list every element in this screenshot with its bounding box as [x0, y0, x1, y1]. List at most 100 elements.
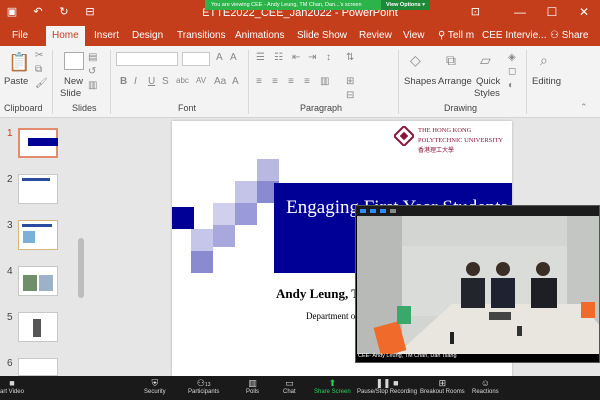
arrange-icon[interactable]: ⧉ — [446, 52, 456, 69]
start-video-button[interactable]: ■ art Video — [0, 378, 24, 395]
slide-thumbnail-2[interactable] — [18, 174, 58, 204]
line-spacing-icon[interactable]: ↕ — [326, 52, 331, 63]
zoom-video-window[interactable]: CEE- Andy Leung, TM Chan, Dan Tsang — [355, 205, 600, 363]
minimize-icon[interactable]: — — [504, 0, 536, 26]
font-color-icon[interactable]: A — [232, 76, 239, 87]
underline-icon[interactable]: U — [148, 76, 155, 87]
paste-label[interactable]: Paste — [4, 76, 28, 87]
tab-insert[interactable]: Insert — [88, 26, 125, 46]
recording-button[interactable]: ❚❚ ■ Pause/Stop Recording — [357, 378, 417, 395]
slide-thumbnail-1[interactable] — [18, 128, 58, 158]
layout-icon[interactable]: ▤ — [88, 52, 97, 63]
chat-button[interactable]: ▭ Chat — [283, 378, 296, 395]
slide-thumbnail-6[interactable] — [18, 358, 58, 376]
strikethrough-icon[interactable]: abc — [176, 76, 189, 85]
close-icon[interactable]: ✕ — [568, 0, 600, 26]
slide-thumbnail-4[interactable] — [18, 266, 58, 296]
view-toggle-icon[interactable] — [380, 209, 386, 213]
decrease-indent-icon[interactable]: ⇤ — [292, 52, 300, 63]
restore-icon[interactable]: ☐ — [536, 0, 568, 26]
justify-icon[interactable]: ≡ — [304, 76, 310, 87]
search-icon[interactable]: ⌕ — [540, 52, 548, 69]
view-toggle-icon[interactable] — [360, 209, 366, 213]
account-name[interactable]: CEE Intervie... — [476, 26, 552, 46]
clear-format-icon[interactable]: A — [230, 52, 237, 63]
security-button[interactable]: ⛨ Security — [144, 378, 166, 395]
slide-thumbnail-5[interactable] — [18, 312, 58, 342]
view-toggle-icon[interactable] — [390, 209, 396, 213]
slide-author[interactable]: Andy Leung, T — [276, 286, 360, 302]
shape-fill-icon[interactable]: ◈ — [508, 52, 516, 63]
slide-thumbnail-3[interactable] — [18, 220, 58, 250]
slide-department[interactable]: Department o — [306, 311, 355, 321]
lightbulb-icon: ⚲ — [438, 30, 448, 41]
view-options-button[interactable]: View Options ▾ — [380, 0, 430, 10]
new-slide-label[interactable]: New — [64, 76, 83, 87]
numbering-icon[interactable]: ☷ — [274, 52, 283, 63]
tab-design[interactable]: Design — [126, 26, 169, 46]
bold-icon[interactable]: B — [120, 76, 127, 87]
font-size-box[interactable] — [182, 52, 210, 66]
thumb-image — [39, 275, 53, 291]
group-paragraph: Paragraph — [300, 103, 343, 113]
shape-effects-icon[interactable]: ◐ — [508, 80, 514, 91]
tab-slide-show[interactable]: Slide Show — [291, 26, 353, 46]
shapes-button[interactable]: Shapes — [404, 76, 436, 87]
columns-icon[interactable]: ▥ — [320, 76, 329, 87]
ribbon-display-icon[interactable]: ⊡ — [471, 5, 480, 18]
tell-me-box[interactable]: ⚲ Tell m — [432, 26, 480, 46]
shape-outline-icon[interactable]: ◻ — [508, 66, 516, 77]
polyu-logo: THE HONG KONG POLYTECHNIC UNIVERSITY 香港理… — [394, 125, 509, 154]
quick-styles-button[interactable]: Quick — [476, 76, 500, 87]
align-text-icon[interactable]: ⊞ — [346, 76, 354, 87]
breakout-icon: ⊞ — [438, 378, 447, 388]
align-center-icon[interactable]: ≡ — [272, 76, 278, 87]
grow-font-icon[interactable]: A — [216, 52, 223, 63]
reactions-button[interactable]: ☺ Reactions — [472, 378, 499, 395]
polls-button[interactable]: ▥ Polls — [246, 378, 259, 395]
section-icon[interactable]: ▥ — [88, 80, 97, 91]
change-case-icon[interactable]: Aa — [214, 76, 226, 87]
quick-styles-icon[interactable]: ▱ — [480, 52, 491, 69]
tab-view[interactable]: View — [397, 26, 431, 46]
copy-icon[interactable]: ⧉ — [35, 64, 42, 75]
thumbnail-scrollbar[interactable] — [78, 238, 84, 298]
font-name-box[interactable] — [116, 52, 178, 66]
format-painter-icon[interactable]: 🖌 — [35, 78, 48, 89]
participants-icon: ⚇13 — [196, 378, 211, 388]
quick-styles-button-2[interactable]: Styles — [474, 88, 500, 99]
group-font: Font — [178, 103, 197, 113]
tab-home[interactable]: Home — [46, 26, 85, 46]
view-toggle-icon[interactable] — [370, 209, 376, 213]
cut-icon[interactable]: ✂ — [35, 50, 43, 61]
group-divider — [110, 50, 111, 114]
paste-icon[interactable]: 📋 — [8, 52, 30, 73]
bullets-icon[interactable]: ☰ — [256, 52, 265, 63]
decor-square — [191, 229, 213, 251]
italic-icon[interactable]: I — [134, 76, 137, 87]
breakout-rooms-button[interactable]: ⊞ Breakout Rooms — [420, 378, 465, 395]
tab-animations[interactable]: Animations — [229, 26, 290, 46]
reset-icon[interactable]: ↺ — [88, 66, 96, 77]
shadow-icon[interactable]: S — [162, 76, 169, 87]
spacing-icon[interactable]: AV — [196, 76, 206, 85]
zoom-control-bar: ■ art Video ⛨ Security ⚇13 Participants ▥ Po… — [0, 376, 600, 400]
new-slide-label-2[interactable]: Slide — [60, 88, 81, 99]
arrange-button[interactable]: Arrange — [438, 76, 472, 87]
share-screen-button[interactable]: ⬆ Share Screen — [314, 378, 351, 395]
align-right-icon[interactable]: ≡ — [288, 76, 294, 87]
collapse-ribbon-icon[interactable]: ⌃ — [580, 102, 588, 113]
increase-indent-icon[interactable]: ⇥ — [308, 52, 316, 63]
participants-button[interactable]: ⚇13 Participants — [188, 378, 219, 395]
smartart-icon[interactable]: ⊟ — [346, 90, 354, 101]
polls-icon: ▥ — [248, 378, 257, 388]
tab-review[interactable]: Review — [353, 26, 398, 46]
share-button[interactable]: ⚇ Share — [544, 26, 594, 46]
tab-transitions[interactable]: Transitions — [171, 26, 232, 46]
align-left-icon[interactable]: ≡ — [256, 76, 262, 87]
editing-button[interactable]: Editing — [532, 76, 561, 87]
tab-file[interactable]: File — [6, 26, 34, 46]
shapes-icon[interactable]: ◇ — [410, 52, 421, 69]
text-direction-icon[interactable]: ⇅ — [346, 52, 354, 63]
new-slide-icon[interactable] — [64, 52, 84, 70]
